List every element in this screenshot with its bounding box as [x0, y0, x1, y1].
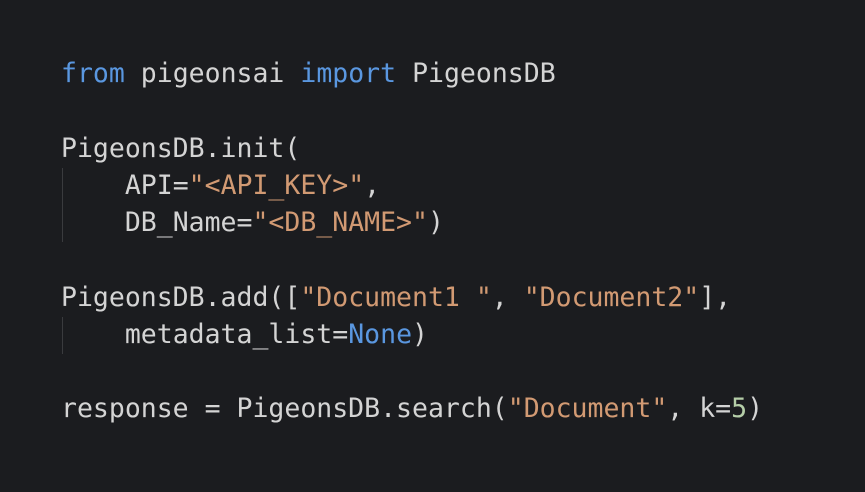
- api-key-string: "<API_KEY>": [188, 170, 365, 201]
- module-name: pigeonsai: [140, 58, 285, 89]
- search-call: response = PigeonsDB.search(: [61, 393, 508, 424]
- keyword-import: import: [300, 58, 397, 89]
- db-name-string: "<DB_NAME>": [252, 207, 428, 238]
- add-sep: ,: [491, 282, 524, 313]
- code-line-metadata: metadata_list=None): [61, 317, 428, 353]
- code-line-api: API="<API_KEY>",: [61, 168, 380, 204]
- db-close: ): [427, 207, 444, 238]
- code-line-add: PigeonsDB.add(["Document1 ", "Document2"…: [61, 280, 731, 316]
- doc2-string: "Document2": [523, 282, 700, 313]
- add-call: PigeonsDB.add([: [61, 282, 301, 313]
- add-close: ],: [699, 282, 732, 313]
- k-value: 5: [731, 393, 748, 424]
- code-line-search: response = PigeonsDB.search("Document", …: [61, 391, 763, 427]
- code-line-import: from pigeonsai import PigeonsDB: [61, 56, 556, 92]
- query-string: "Document": [507, 393, 668, 424]
- doc1-string: "Document1 ": [300, 282, 492, 313]
- metadata-param: metadata_list=: [124, 319, 349, 350]
- code-line-dbname: DB_Name="<DB_NAME>"): [61, 205, 444, 241]
- init-call: PigeonsDB.init(: [61, 133, 301, 164]
- code-line-init: PigeonsDB.init(: [61, 131, 300, 167]
- api-param: API=: [124, 170, 189, 201]
- search-sep: , k=: [667, 393, 732, 424]
- search-close: ): [747, 393, 764, 424]
- metadata-close: ): [412, 319, 428, 350]
- db-param: DB_Name=: [124, 207, 253, 238]
- keyword-from: from: [61, 58, 125, 89]
- code-editor: from pigeonsai import PigeonsDB PigeonsD…: [0, 0, 865, 492]
- none-constant: None: [348, 319, 413, 350]
- imported-name: PigeonsDB: [412, 58, 556, 89]
- api-comma: ,: [364, 170, 381, 201]
